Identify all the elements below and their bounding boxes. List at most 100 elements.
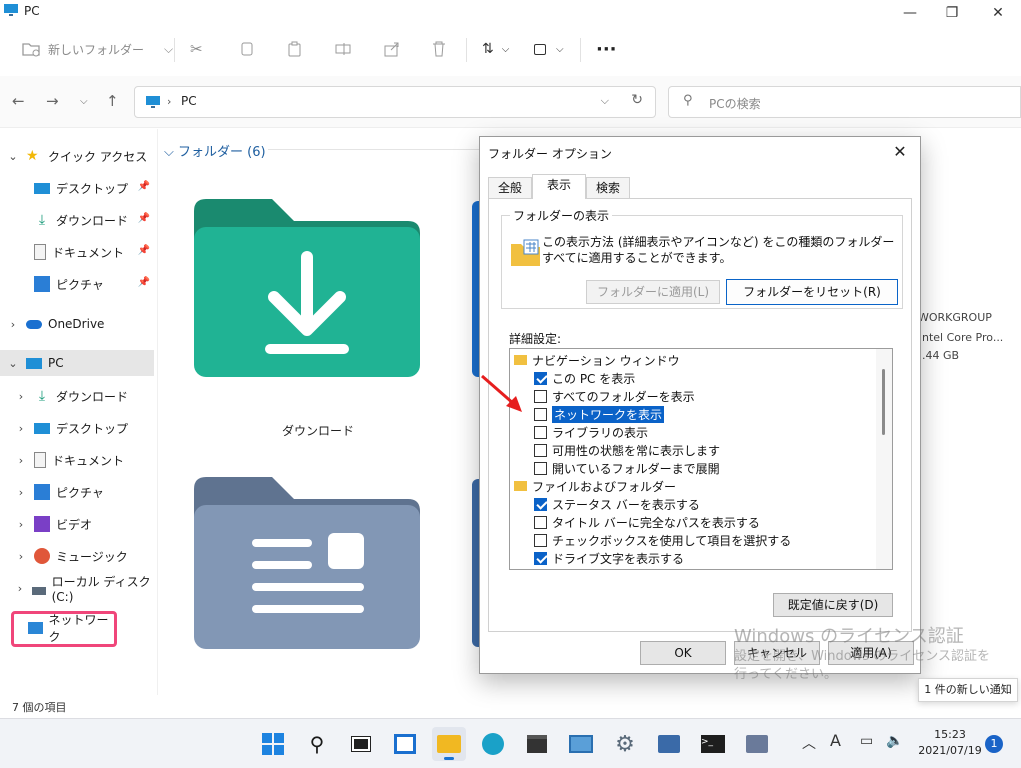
checkbox[interactable] (534, 443, 547, 457)
address-dropdown-icon[interactable]: ⌵ (601, 94, 609, 108)
address-bar[interactable]: › PC ⌵ ↻ (134, 86, 656, 118)
folder-label[interactable]: ダウンロード (282, 422, 354, 439)
tab-search[interactable]: 検索 (586, 177, 630, 199)
display-icon[interactable]: ▭ (860, 733, 873, 749)
ok-button[interactable]: OK (640, 641, 726, 665)
option-show-drive-letters[interactable]: ドライブ文字を表示する (534, 549, 684, 567)
sidebar-item-network[interactable]: ネットワーク (28, 613, 114, 644)
view-button[interactable]: ⌵ (534, 36, 564, 62)
checkbox[interactable] (534, 461, 547, 475)
ime-indicator[interactable]: A (830, 731, 841, 750)
notification-toast[interactable]: 1 件の新しい通知 (918, 678, 1018, 702)
expand-icon[interactable]: ⌄ (6, 357, 20, 370)
maximize-button[interactable]: ❐ (929, 2, 975, 24)
sidebar-item-onedrive[interactable]: › OneDrive (6, 311, 156, 337)
back-button[interactable]: ← (12, 92, 25, 110)
more-options-button[interactable]: ··· (596, 36, 617, 62)
rename-button[interactable] (335, 36, 351, 62)
recent-locations-button[interactable]: ⌵ (80, 96, 88, 107)
option-show-this-pc[interactable]: この PC を表示 (534, 369, 635, 387)
edge-button[interactable] (476, 727, 510, 761)
minimize-button[interactable]: — (887, 2, 933, 24)
terminal-button[interactable]: >_ (696, 727, 730, 761)
delete-button[interactable] (432, 36, 446, 62)
sidebar-item-pc-downloads[interactable]: › ⤓ ダウンロード (14, 383, 154, 409)
dialog-close-button[interactable]: ✕ (886, 141, 914, 163)
expand-icon[interactable]: › (14, 518, 28, 531)
scrollbar-thumb[interactable] (882, 369, 885, 435)
option-show-all-folders[interactable]: すべてのフォルダーを表示 (534, 387, 695, 405)
paste-button[interactable] (287, 36, 303, 62)
widgets-button[interactable] (388, 727, 422, 761)
documents-folder-icon[interactable] (194, 477, 420, 649)
sidebar-item-pc-documents[interactable]: › ドキュメント (14, 447, 154, 473)
network-button[interactable] (740, 727, 774, 761)
sidebar-item-pictures[interactable]: ピクチャ 📌 (34, 271, 154, 297)
search-input[interactable]: ⚲ PCの検索 (668, 86, 1021, 118)
sidebar-item-pc[interactable]: ⌄ PC (0, 350, 154, 376)
sidebar-item-local-disk[interactable]: › ローカル ディスク (C:) (14, 575, 158, 604)
option-item-checkboxes[interactable]: チェックボックスを使用して項目を選択する (534, 531, 791, 549)
cut-button[interactable]: ✂ (190, 36, 203, 62)
option-expand-to-open-folder[interactable]: 開いているフォルダーまで展開 (534, 459, 720, 477)
search-button[interactable]: ⚲ (300, 727, 334, 761)
checkbox[interactable] (534, 551, 547, 565)
option-show-status-bar[interactable]: ステータス バーを表示する (534, 495, 700, 513)
checkbox[interactable] (534, 497, 547, 511)
option-full-path-title-bar[interactable]: タイトル バーに完全なパスを表示する (534, 513, 760, 531)
up-button[interactable]: ↑ (106, 92, 119, 110)
notification-badge[interactable]: 1 (985, 735, 1003, 753)
checkbox[interactable] (534, 515, 547, 529)
sidebar-item-pc-desktop[interactable]: › デスクトップ (14, 415, 154, 441)
expand-icon[interactable]: › (14, 422, 28, 435)
checkbox[interactable] (534, 533, 547, 547)
forward-button[interactable]: → (46, 92, 59, 110)
sort-button[interactable]: ⇅ ⌵ (482, 36, 509, 62)
file-explorer-button[interactable] (432, 727, 466, 761)
sidebar-item-pc-music[interactable]: › ミュージック (14, 543, 154, 569)
network-app-button[interactable] (652, 727, 686, 761)
copy-button[interactable] (240, 36, 254, 62)
task-view-button[interactable] (344, 727, 378, 761)
new-folder-button[interactable]: 新しいフォルダー ⌵ (22, 36, 173, 62)
volume-icon[interactable]: 🔈 (886, 733, 903, 749)
sidebar-item-desktop[interactable]: デスクトップ 📌 (34, 175, 154, 201)
store-button[interactable] (520, 727, 554, 761)
reset-folders-button[interactable]: フォルダーをリセット(R) (726, 279, 898, 305)
sidebar-item-documents[interactable]: ドキュメント 📌 (34, 239, 154, 265)
sidebar-item-pc-videos[interactable]: › ビデオ (14, 511, 154, 537)
sidebar-item-quick-access[interactable]: ⌄ ★ クイック アクセス (6, 143, 156, 169)
expand-icon[interactable]: ⌄ (6, 150, 20, 163)
checkbox[interactable] (534, 407, 547, 421)
expand-icon[interactable]: › (14, 582, 26, 595)
restore-defaults-button[interactable]: 既定値に戻す(D) (773, 593, 893, 617)
expand-icon[interactable]: › (14, 550, 28, 563)
apply-to-folders-button[interactable]: フォルダーに適用(L) (586, 280, 720, 304)
expand-icon[interactable]: › (14, 454, 28, 467)
share-button[interactable] (384, 36, 400, 62)
option-show-libraries[interactable]: ライブラリの表示 (534, 423, 648, 441)
tab-view[interactable]: 表示 (532, 174, 586, 199)
checkbox[interactable] (534, 371, 547, 385)
checkbox[interactable] (534, 425, 547, 439)
sidebar-item-pc-pictures[interactable]: › ピクチャ (14, 479, 154, 505)
tree-scrollbar[interactable] (876, 349, 892, 569)
advanced-settings-tree[interactable]: ナビゲーション ウィンドウ この PC を表示 すべてのフォルダーを表示 ネット… (509, 348, 893, 570)
control-panel-button[interactable] (564, 727, 598, 761)
sidebar-item-downloads[interactable]: ⤓ ダウンロード 📌 (34, 207, 154, 233)
expand-icon[interactable]: › (14, 486, 28, 499)
download-folder-icon[interactable] (194, 199, 420, 379)
option-show-availability[interactable]: 可用性の状態を常に表示します (534, 441, 720, 459)
option-show-network[interactable]: ネットワークを表示 (534, 405, 665, 423)
close-window-button[interactable]: ✕ (975, 2, 1021, 24)
expand-icon[interactable]: › (6, 318, 20, 331)
tab-general[interactable]: 全般 (488, 177, 532, 199)
show-hidden-icons-icon[interactable]: ︿ (802, 733, 816, 753)
start-button[interactable] (256, 727, 290, 761)
checkbox[interactable] (534, 389, 547, 403)
settings-button[interactable]: ⚙ (608, 727, 642, 761)
refresh-icon[interactable]: ↻ (631, 92, 643, 108)
clock[interactable]: 15:23 2021/07/19 (912, 727, 988, 759)
breadcrumb[interactable]: PC (181, 94, 197, 108)
expand-icon[interactable]: › (14, 390, 28, 403)
